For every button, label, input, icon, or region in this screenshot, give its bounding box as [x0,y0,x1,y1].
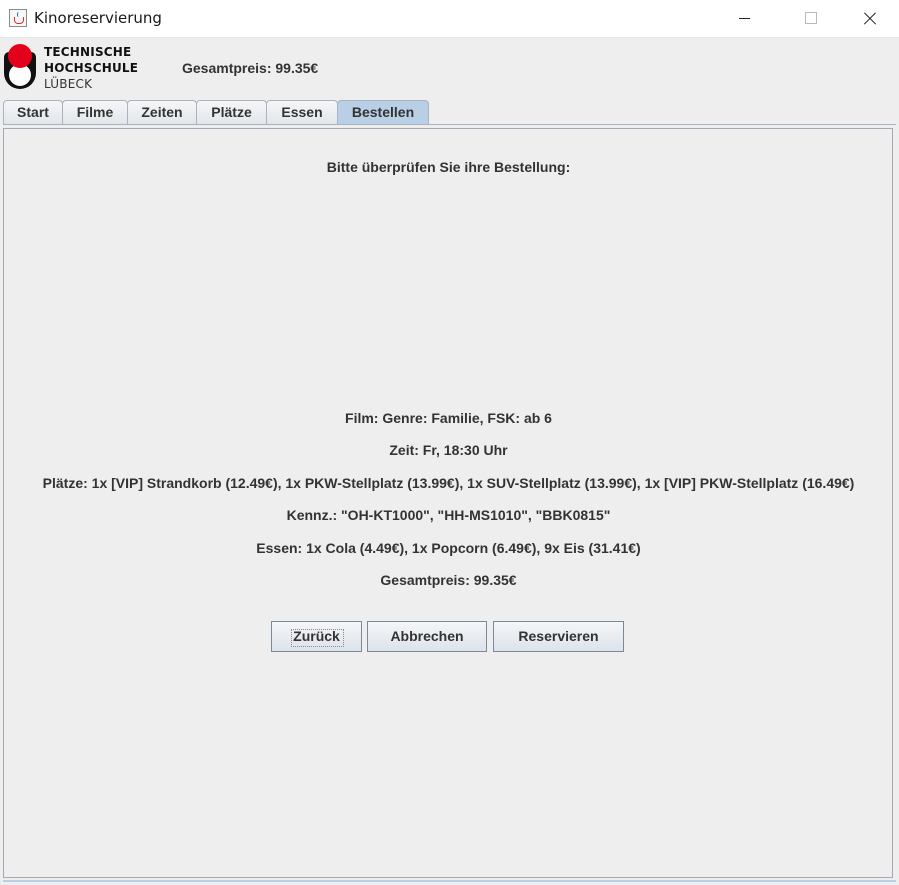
header-total-price: Gesamtpreis: 99.35€ [182,60,319,76]
logo-mark-icon [4,44,36,89]
order-seats: Plätze: 1x [VIP] Strandkorb (12.49€), 1x… [42,475,855,491]
order-film: Film: Genre: Familie, FSK: ab 6 [345,410,552,426]
tab-bestellen[interactable]: Bestellen [337,100,429,125]
back-button-label: Zurück [293,628,340,644]
th-luebeck-logo: TECHNISCHE HOCHSCHULE LÜBECK [4,44,138,91]
close-icon[interactable] [846,0,892,36]
minimize-icon[interactable] [722,0,768,36]
order-total-price: Gesamtpreis: 99.35€ [380,572,517,588]
window-title: Kinoreservierung [34,9,162,27]
cancel-button[interactable]: Abbrechen [367,621,487,652]
order-food: Essen: 1x Cola (4.49€), 1x Popcorn (6.49… [256,540,641,556]
logo-text-line3: LÜBECK [44,77,93,91]
order-heading: Bitte überprüfen Sie ihre Bestellung: [326,159,571,175]
logo-text-line1: TECHNISCHE [44,45,132,59]
order-time: Zeit: Fr, 18:30 Uhr [389,442,508,458]
logo-text-line2: HOCHSCHULE [44,61,139,75]
title-bar: Kinoreservierung [0,0,899,38]
tab-filme[interactable]: Filme [62,100,128,124]
back-button[interactable]: Zurück [271,621,362,652]
tab-zeiten[interactable]: Zeiten [127,100,197,124]
window-bottom-border [3,880,896,882]
tab-plaetze[interactable]: Plätze [196,100,267,124]
tab-start[interactable]: Start [3,100,63,124]
tab-divider [3,124,896,125]
maximize-icon[interactable] [787,0,833,36]
java-cup-icon [9,9,27,27]
order-license-plates: Kennz.: "OH-KT1000", "HH-MS1010", "BBK08… [286,507,611,523]
reserve-button[interactable]: Reservieren [493,621,624,652]
tab-essen[interactable]: Essen [266,100,338,124]
order-summary-panel [3,128,893,878]
